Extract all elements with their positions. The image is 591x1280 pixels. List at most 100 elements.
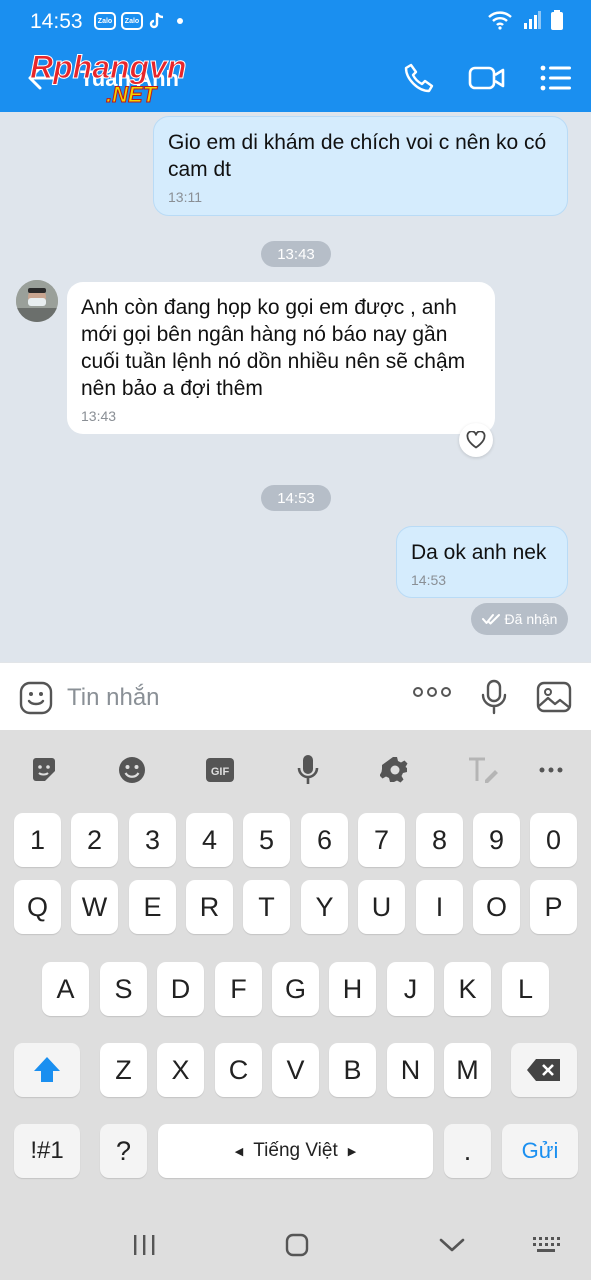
backspace-key[interactable]	[511, 1043, 577, 1097]
chat-area[interactable]: Gio em di khám de chích voi c nên ko có …	[0, 112, 591, 662]
key-i[interactable]: I	[416, 880, 463, 934]
microphone-icon	[481, 679, 507, 715]
delivery-status-text: Đã nhận	[504, 611, 558, 627]
zalo-notification-icon: Zalo	[94, 12, 116, 30]
key-k[interactable]: K	[444, 962, 491, 1016]
sticker-button[interactable]	[18, 680, 54, 721]
key-m[interactable]: M	[444, 1043, 491, 1097]
system-navigation-bar	[0, 1208, 591, 1280]
keyboard-gif-button[interactable]: GIF	[200, 750, 240, 790]
keyboard-voice-button[interactable]	[288, 750, 328, 790]
svg-text:Rphangvn: Rphangvn	[30, 49, 186, 85]
message-text: Gio em di khám de chích voi c nên ko có …	[168, 131, 547, 181]
question-mark-key[interactable]: ?	[100, 1124, 147, 1178]
key-8[interactable]: 8	[416, 813, 463, 867]
message-text: Da ok anh nek	[411, 541, 547, 564]
key-7[interactable]: 7	[358, 813, 405, 867]
key-y[interactable]: Y	[301, 880, 348, 934]
key-z[interactable]: Z	[100, 1043, 147, 1097]
key-w[interactable]: W	[71, 880, 118, 934]
message-bubble-outgoing[interactable]: Gio em di khám de chích voi c nên ko có …	[153, 116, 568, 216]
key-v[interactable]: V	[272, 1043, 319, 1097]
message-time: 13:11	[168, 189, 202, 205]
key-t[interactable]: T	[243, 880, 290, 934]
send-key[interactable]: Gửi	[502, 1124, 578, 1178]
voice-message-button[interactable]	[480, 679, 508, 720]
key-s[interactable]: S	[100, 962, 147, 1016]
message-time: 13:43	[81, 408, 117, 424]
signal-icon	[524, 11, 541, 29]
key-b[interactable]: B	[329, 1043, 376, 1097]
key-q[interactable]: Q	[14, 880, 61, 934]
keyboard-text-style-button[interactable]	[463, 750, 503, 790]
key-3[interactable]: 3	[129, 813, 176, 867]
message-bubble-incoming[interactable]: Anh còn đang họp ko gọi em được , anh mớ…	[67, 282, 495, 434]
key-0[interactable]: 0	[530, 813, 577, 867]
key-n[interactable]: N	[387, 1043, 434, 1097]
symbols-key[interactable]: !#1	[14, 1124, 80, 1178]
more-horizontal-icon	[413, 687, 451, 697]
phone-icon	[404, 63, 434, 93]
key-o[interactable]: O	[473, 880, 520, 934]
video-call-button[interactable]	[468, 60, 506, 96]
call-button[interactable]	[400, 60, 438, 96]
chevron-down-icon	[439, 1238, 465, 1252]
shift-key[interactable]	[14, 1043, 80, 1097]
key-1[interactable]: 1	[14, 813, 61, 867]
emoji-icon	[119, 757, 145, 783]
key-l[interactable]: L	[502, 962, 549, 1016]
key-9[interactable]: 9	[473, 813, 520, 867]
chat-header: Tuấn Anh Rphangvn .NET	[0, 44, 591, 112]
keyboard-settings-button[interactable]	[375, 750, 415, 790]
keyboard-emoji-button[interactable]	[112, 750, 152, 790]
home-icon	[285, 1233, 309, 1257]
more-options-button[interactable]	[412, 685, 452, 704]
keyboard-more-button[interactable]	[531, 750, 571, 790]
key-5[interactable]: 5	[243, 813, 290, 867]
key-h[interactable]: H	[329, 962, 376, 1016]
image-picker-button[interactable]	[536, 681, 572, 718]
chevron-left-icon: ◀	[234, 1145, 244, 1158]
tiktok-icon	[149, 12, 164, 29]
avatar[interactable]	[16, 280, 58, 322]
key-e[interactable]: E	[129, 880, 176, 934]
svg-text:.NET: .NET	[106, 82, 158, 106]
key-p[interactable]: P	[530, 880, 577, 934]
svg-text:GIF: GIF	[211, 766, 230, 778]
back-nav-button[interactable]	[432, 1230, 472, 1260]
time-separator: 14:53	[261, 485, 331, 511]
message-input[interactable]: Tin nhắn	[67, 684, 160, 712]
keyboard-icon	[533, 1237, 560, 1252]
key-r[interactable]: R	[186, 880, 233, 934]
time-separator: 13:43	[261, 241, 331, 267]
key-f[interactable]: F	[215, 962, 262, 1016]
home-button[interactable]	[277, 1230, 317, 1260]
key-j[interactable]: J	[387, 962, 434, 1016]
recent-apps-button[interactable]	[124, 1230, 164, 1260]
key-a[interactable]: A	[42, 962, 89, 1016]
message-input-bar: Tin nhắn	[0, 662, 591, 730]
options-menu-button[interactable]	[537, 60, 575, 96]
keyboard-sticker-button[interactable]	[24, 750, 64, 790]
video-camera-icon	[468, 66, 505, 90]
message-bubble-outgoing[interactable]: Da ok anh nek 14:53	[396, 526, 568, 598]
more-notifications-dot	[177, 18, 183, 24]
key-c[interactable]: C	[215, 1043, 262, 1097]
gif-icon: GIF	[206, 758, 234, 782]
react-button[interactable]	[459, 423, 493, 457]
heart-icon	[466, 431, 486, 449]
delivery-status-badge: Đã nhận	[471, 603, 568, 635]
key-6[interactable]: 6	[301, 813, 348, 867]
zalo-notification-icon: Zalo	[121, 12, 143, 30]
key-d[interactable]: D	[157, 962, 204, 1016]
key-4[interactable]: 4	[186, 813, 233, 867]
wifi-icon	[488, 11, 512, 30]
key-u[interactable]: U	[358, 880, 405, 934]
key-2[interactable]: 2	[71, 813, 118, 867]
keyboard-switch-button[interactable]	[526, 1230, 566, 1260]
space-key[interactable]: ◀ Tiếng Việt ▶	[158, 1124, 433, 1178]
key-x[interactable]: X	[157, 1043, 204, 1097]
double-check-icon	[481, 614, 500, 625]
key-g[interactable]: G	[272, 962, 319, 1016]
period-key[interactable]: .	[444, 1124, 491, 1178]
